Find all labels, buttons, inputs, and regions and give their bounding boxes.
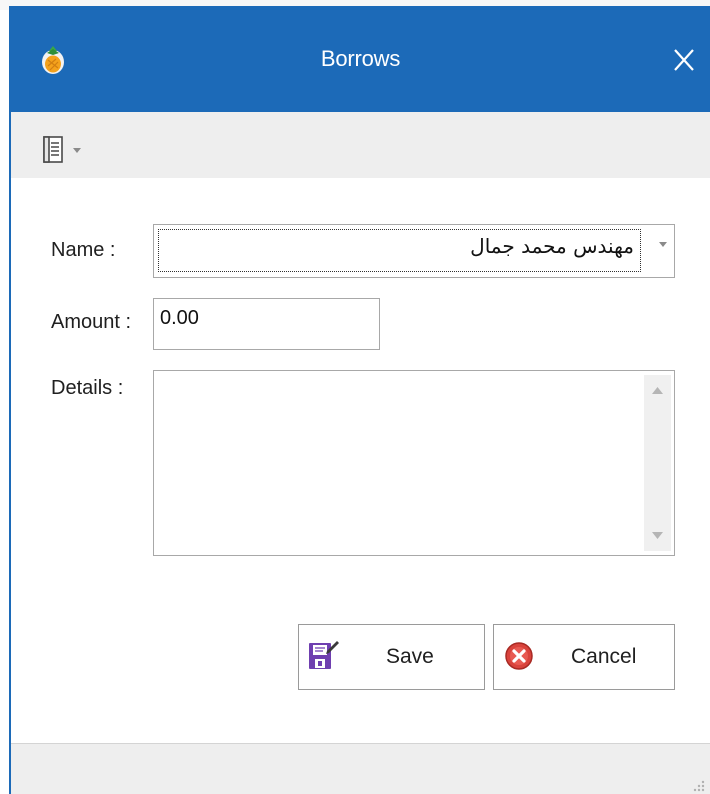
- window-title: Borrows: [320, 46, 401, 71]
- details-label: Details :: [51, 377, 124, 399]
- form-area: Name : مهندس محمد جمال Amount : 0.00 Det…: [11, 178, 710, 743]
- layout-menu-button[interactable]: [41, 136, 91, 163]
- cancel-label: Cancel: [571, 645, 637, 668]
- save-label: Save: [386, 645, 434, 668]
- save-button[interactable]: Save: [298, 624, 485, 690]
- toolbar: [11, 112, 710, 178]
- name-label: Name :: [51, 239, 116, 261]
- combobox-focus-rect: مهندس محمد جمال: [158, 229, 641, 272]
- amount-value: 0.00: [160, 307, 199, 329]
- scroll-down-icon[interactable]: [644, 525, 671, 545]
- save-disk-icon: [309, 641, 339, 669]
- chevron-down-icon: [73, 148, 81, 153]
- cancel-x-circle-icon: [505, 642, 533, 670]
- details-textarea[interactable]: [153, 370, 675, 556]
- document-list-icon: [43, 136, 63, 163]
- name-combobox[interactable]: مهندس محمد جمال: [153, 224, 675, 278]
- amount-label: Amount :: [51, 311, 132, 333]
- title-bar[interactable]: Borrows: [11, 8, 710, 112]
- borrows-dialog: Borrows Name : مهندس محمد جمال Amount: …: [9, 6, 710, 794]
- amount-field[interactable]: 0.00: [153, 298, 380, 350]
- resize-grip-icon[interactable]: [690, 777, 706, 793]
- chevron-down-icon[interactable]: [658, 241, 668, 249]
- status-bar: [11, 743, 710, 794]
- close-button[interactable]: [666, 42, 702, 78]
- close-icon: [674, 49, 694, 71]
- name-value: مهندس محمد جمال: [470, 234, 634, 258]
- details-scrollbar[interactable]: [644, 375, 671, 551]
- cancel-button[interactable]: Cancel: [493, 624, 675, 690]
- scroll-up-icon[interactable]: [644, 381, 671, 401]
